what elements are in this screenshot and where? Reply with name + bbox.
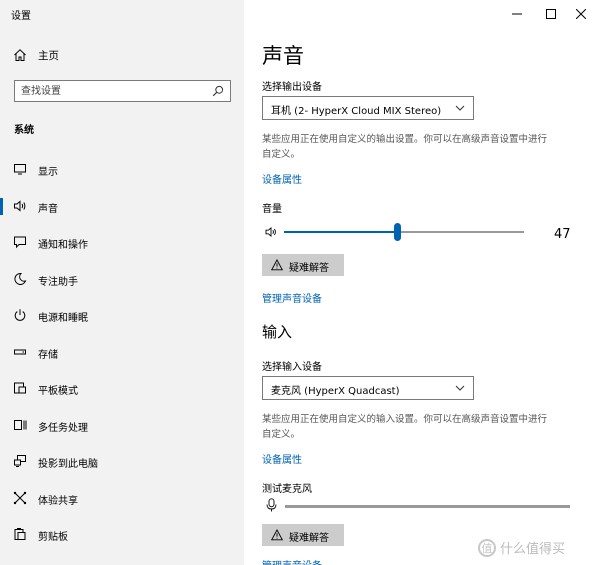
section-label: 系统 bbox=[14, 125, 34, 136]
microphone-icon bbox=[266, 498, 277, 512]
sidebar-item-label: 专注助手 bbox=[38, 276, 78, 288]
sidebar-item-project-to-pc[interactable]: 投影到此电脑 bbox=[0, 444, 244, 481]
input-device-select[interactable]: 麦克风 (HyperX Quadcast) bbox=[262, 376, 474, 400]
input-troubleshoot-button[interactable]: 疑难解答 bbox=[262, 524, 344, 546]
moon-icon bbox=[14, 272, 27, 285]
volume-label: 音量 bbox=[262, 204, 282, 215]
search-box bbox=[14, 80, 231, 102]
watermark: 值 什么值得买 bbox=[478, 538, 565, 557]
sidebar-item-display[interactable]: 显示 bbox=[0, 152, 244, 189]
app-title: 设置 bbox=[11, 11, 31, 22]
sidebar-item-label: 投影到此电脑 bbox=[38, 459, 98, 470]
sidebar-item-label: 存储 bbox=[38, 349, 58, 361]
volume-icon[interactable] bbox=[265, 226, 277, 238]
sidebar-item-notifications[interactable]: 通知和操作 bbox=[0, 225, 244, 262]
main-content: 声音 选择输出设备 耳机 (2- HyperX Cloud MIX Stereo… bbox=[244, 0, 600, 565]
input-section-heading: 输入 bbox=[262, 323, 293, 341]
sidebar-item-shared-experiences[interactable]: 体验共享 bbox=[0, 481, 244, 518]
output-troubleshoot-label: 疑难解答 bbox=[289, 263, 329, 274]
search-icon[interactable] bbox=[212, 85, 224, 97]
storage-icon bbox=[14, 349, 26, 354]
output-description: 某些应用正在使用自定义的输出设置。你可以在高级声音设置中进行 自定义。 bbox=[262, 132, 592, 162]
chevron-down-icon bbox=[455, 105, 465, 111]
sidebar-item-label: 主页 bbox=[38, 50, 59, 62]
watermark-text: 什么值得买 bbox=[500, 542, 566, 557]
input-device-value: 麦克风 (HyperX Quadcast) bbox=[271, 386, 400, 397]
sidebar-item-label: 电源和睡眠 bbox=[38, 313, 88, 324]
tablet-icon bbox=[14, 382, 26, 394]
sidebar-item-label: 显示 bbox=[38, 167, 58, 178]
power-icon bbox=[14, 309, 26, 321]
output-device-properties-link[interactable]: 设备属性 bbox=[262, 171, 302, 186]
sidebar-item-label: 声音 bbox=[38, 203, 58, 215]
input-device-label: 选择输入设备 bbox=[262, 362, 322, 373]
output-description-line: 某些应用正在使用自定义的输出设置。你可以在高级声音设置中进行 bbox=[262, 134, 548, 145]
sidebar-item-label: 平板模式 bbox=[38, 386, 78, 397]
chevron-down-icon bbox=[455, 385, 465, 391]
warning-icon bbox=[271, 259, 283, 271]
sidebar-item-label: 体验共享 bbox=[38, 495, 78, 507]
input-description-line: 某些应用正在使用自定义的输入设置。你可以在高级声音设置中进行 bbox=[262, 414, 548, 425]
clipboard-icon bbox=[14, 528, 26, 540]
speaker-icon bbox=[14, 199, 26, 212]
output-troubleshoot-button[interactable]: 疑难解答 bbox=[262, 254, 344, 276]
projection-icon bbox=[14, 455, 26, 467]
watermark-badge: 值 bbox=[478, 538, 496, 557]
sidebar-item-power-sleep[interactable]: 电源和睡眠 bbox=[0, 298, 244, 335]
input-manage-devices-link[interactable]: 管理声音设备 bbox=[262, 557, 322, 565]
input-troubleshoot-label: 疑难解答 bbox=[289, 533, 329, 544]
sidebar-item-clipboard[interactable]: 剪贴板 bbox=[0, 517, 244, 554]
output-description-line: 自定义。 bbox=[262, 149, 301, 160]
input-device-properties-link[interactable]: 设备属性 bbox=[262, 451, 302, 466]
multitask-icon bbox=[14, 419, 27, 430]
output-device-label: 选择输出设备 bbox=[262, 82, 322, 93]
output-device-value: 耳机 (2- HyperX Cloud MIX Stereo) bbox=[271, 106, 442, 117]
sidebar-item-storage[interactable]: 存储 bbox=[0, 335, 244, 372]
volume-slider-thumb[interactable] bbox=[393, 223, 401, 241]
sidebar-item-sound[interactable]: 声音 bbox=[0, 189, 244, 226]
input-description: 某些应用正在使用自定义的输入设置。你可以在高级声音设置中进行 自定义。 bbox=[262, 412, 592, 442]
home-icon bbox=[14, 49, 26, 61]
sidebar-item-multitasking[interactable]: 多任务处理 bbox=[0, 408, 244, 445]
input-description-line: 自定义。 bbox=[262, 429, 301, 440]
search-input[interactable] bbox=[21, 84, 206, 99]
notification-icon bbox=[14, 236, 26, 249]
microphone-level-meter bbox=[285, 505, 570, 508]
output-manage-devices-link[interactable]: 管理声音设备 bbox=[262, 290, 322, 305]
sidebar-nav: 显示 声音 通知和操作 专注助手 电源和睡眠 存储 平板模式 多任务处理 投影到… bbox=[0, 152, 244, 554]
volume-value: 47 bbox=[554, 227, 571, 242]
sidebar-item-label: 通知和操作 bbox=[38, 240, 88, 251]
output-device-select[interactable]: 耳机 (2- HyperX Cloud MIX Stereo) bbox=[262, 96, 474, 120]
volume-slider[interactable] bbox=[284, 222, 524, 242]
sidebar-item-focus-assist[interactable]: 专注助手 bbox=[0, 262, 244, 299]
settings-window: 设置 主页 系统 显示 bbox=[0, 0, 600, 565]
volume-slider-fill bbox=[284, 231, 397, 233]
sidebar-item-tablet-mode[interactable]: 平板模式 bbox=[0, 371, 244, 408]
warning-icon bbox=[271, 529, 283, 541]
sidebar-item-label: 剪贴板 bbox=[38, 532, 68, 543]
sidebar-item-label: 多任务处理 bbox=[38, 422, 88, 434]
page-title: 声音 bbox=[262, 44, 304, 68]
share-icon bbox=[13, 491, 27, 504]
monitor-icon bbox=[14, 164, 26, 175]
sidebar: 设置 主页 系统 显示 bbox=[0, 0, 244, 565]
sidebar-item-home[interactable]: 主页 bbox=[0, 44, 244, 68]
test-microphone-label: 测试麦克风 bbox=[262, 484, 312, 495]
